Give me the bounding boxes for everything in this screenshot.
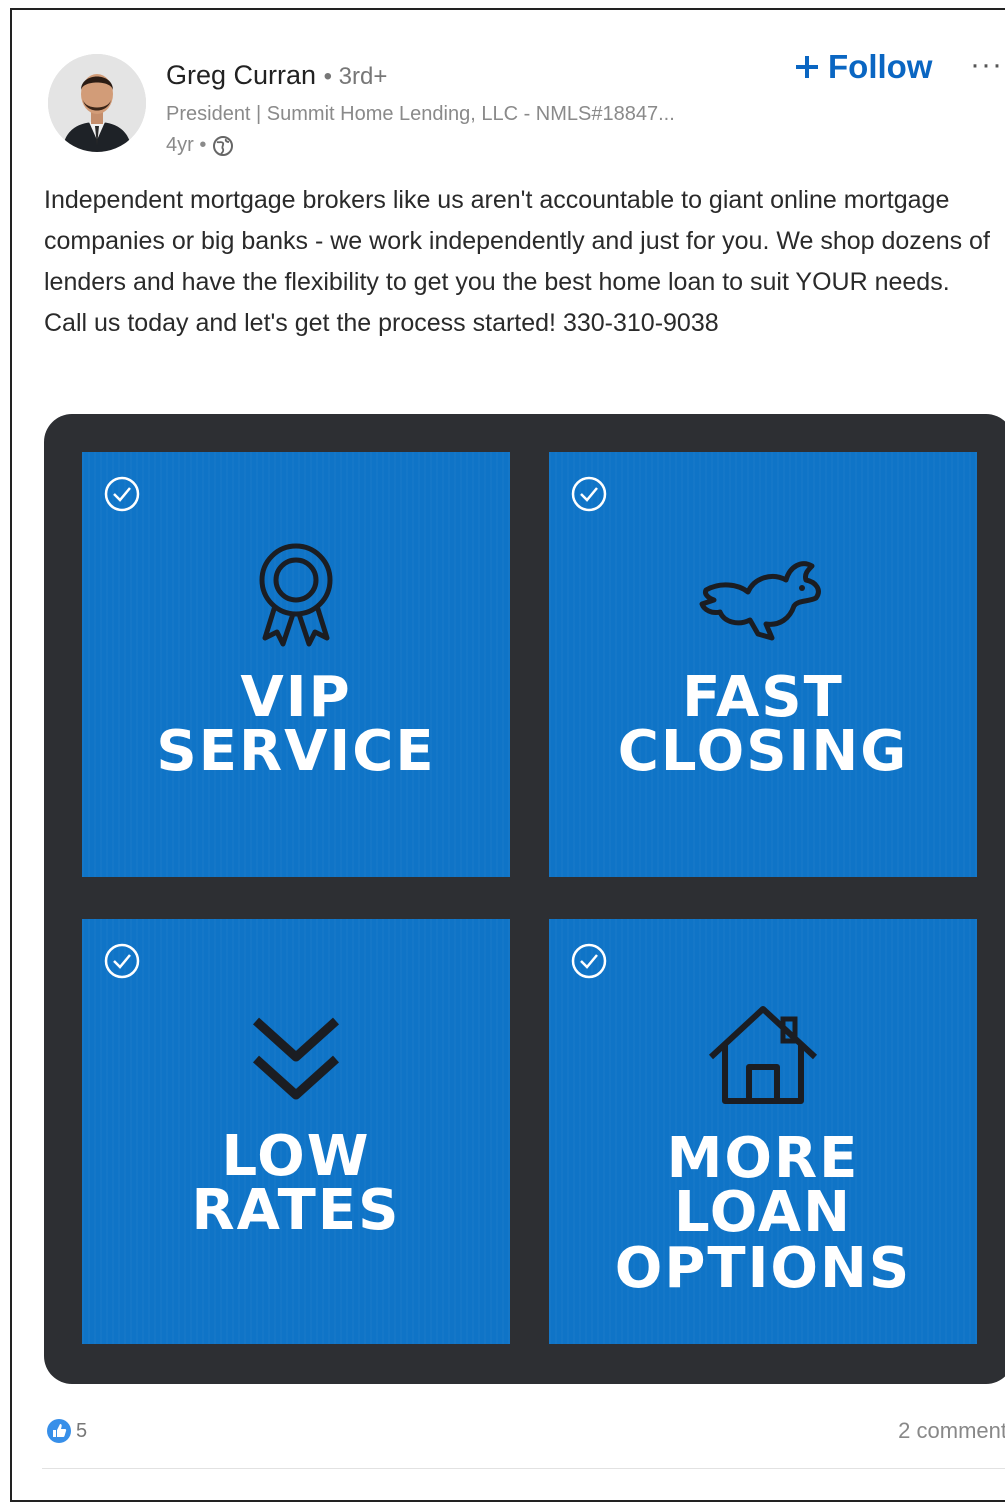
tile-title-line2: SERVICE [156,719,436,784]
running-rabbit-icon [699,561,821,641]
likes-count: 5 [76,1419,88,1442]
more-options-button[interactable]: ··· [970,48,1003,82]
author-headline: President | Summit Home Lending, LLC - N… [166,103,675,125]
author-photo [48,54,146,152]
author-name-line[interactable]: Greg Curran • 3rd+ [166,60,387,91]
check-circle-icon [104,943,140,979]
chevrons-down-icon [252,1017,340,1100]
tile-title-line2: RATES [191,1178,401,1243]
comments-count[interactable]: 2 comments [898,1418,1005,1444]
connection-degree: • 3rd+ [323,63,388,90]
check-circle-icon [104,476,140,512]
tile-more-loan-options: MORE LOAN OPTIONS [549,919,977,1344]
tile-low-rates: LOW RATES [82,919,510,1344]
tile-title-line2: LOAN OPTIONS [614,1180,912,1301]
globe-icon [213,135,234,156]
divider [42,1468,1005,1469]
tile-vip-service: VIP SERVICE [82,452,510,877]
post-image[interactable]: VIP SERVICE FAST CLOSING LOW RATES MORE … [44,414,1005,1384]
tile-fast-closing: FAST CLOSING [549,452,977,877]
post-body-text: Independent mortgage brokers like us are… [44,186,990,337]
follow-button[interactable]: Follow [794,48,932,86]
award-ribbon-icon [259,543,333,647]
check-circle-icon [571,943,607,979]
post-card: Greg Curran • 3rd+ President | Summit Ho… [10,8,1005,1502]
house-icon [708,1006,818,1104]
tile-title-line2: CLOSING [617,719,909,784]
plus-icon [796,56,818,78]
post-meta: 4yr • [166,134,234,157]
author-avatar[interactable] [48,54,146,152]
like-reaction-icon [47,1419,71,1443]
follow-label: Follow [828,48,933,85]
post-time: 4yr • [166,134,207,156]
reactions-summary[interactable]: 5 [46,1418,87,1444]
author-name[interactable]: Greg Curran [166,60,316,90]
tile-title-line1: LOW [221,1124,371,1189]
tile-title-line1: FAST [682,665,844,730]
tile-title-line1: MORE [666,1126,860,1191]
check-circle-icon [571,476,607,512]
tile-title-line1: VIP [240,665,352,730]
